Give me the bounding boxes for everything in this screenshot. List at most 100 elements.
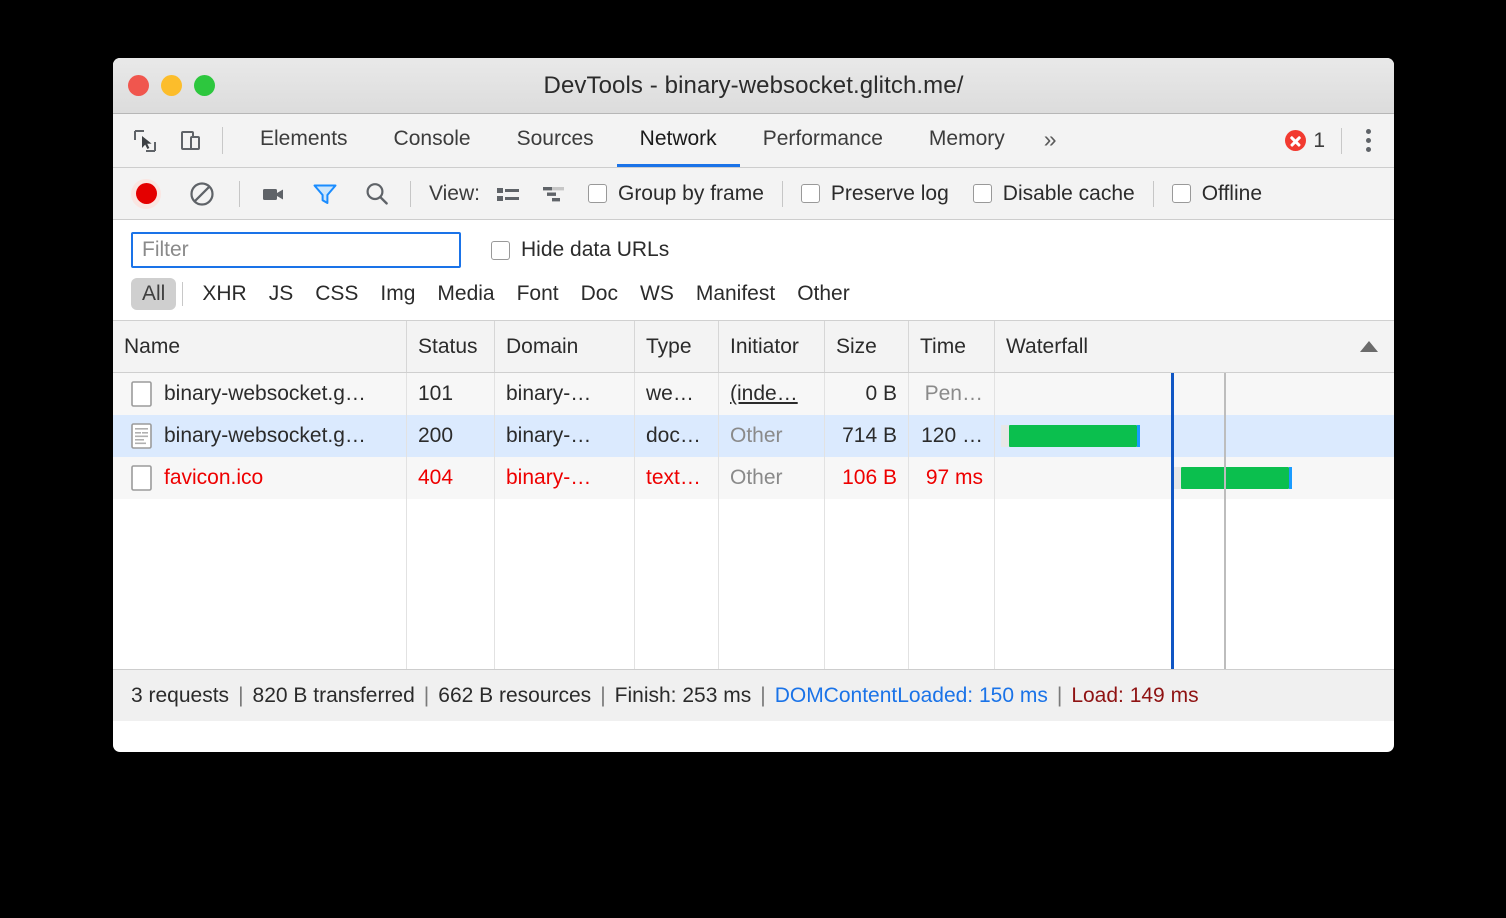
column-header-time[interactable]: Time: [909, 321, 995, 372]
filter-chip-doc[interactable]: Doc: [570, 278, 629, 310]
blank-page-icon: [131, 465, 152, 491]
tab-elements[interactable]: Elements: [237, 114, 371, 167]
cell-name[interactable]: binary-websocket.g…: [113, 373, 407, 415]
column-header-name[interactable]: Name: [113, 321, 407, 372]
resource-type-filters: All XHR JS CSS Img Media Font Doc WS Man…: [113, 268, 1394, 320]
column-header-initiator[interactable]: Initiator: [719, 321, 825, 372]
table-row[interactable]: binary-websocket.g… 200 binary-… doc… Ot…: [113, 415, 1394, 457]
column-header-waterfall[interactable]: Waterfall: [995, 321, 1394, 372]
filter-chip-img[interactable]: Img: [369, 278, 426, 310]
filter-chip-manifest[interactable]: Manifest: [685, 278, 786, 310]
filter-bar: Hide data URLs All XHR JS CSS Img Media …: [113, 220, 1394, 321]
camera-icon[interactable]: [258, 179, 288, 209]
cursor-select-icon[interactable]: [130, 126, 160, 156]
view-label: View:: [429, 182, 480, 206]
hide-data-urls-box[interactable]: [491, 241, 510, 260]
error-count: 1: [1313, 129, 1325, 153]
column-header-status[interactable]: Status: [407, 321, 495, 372]
clear-icon[interactable]: [187, 179, 217, 209]
status-separator: |: [424, 684, 429, 708]
table-row[interactable]: binary-websocket.g… 101 binary-… we… (in…: [113, 373, 1394, 415]
device-toolbar-icon[interactable]: [176, 126, 206, 156]
sort-ascending-arrow-icon: [1360, 341, 1378, 352]
cell-domain: binary-…: [495, 415, 635, 457]
filter-chip-css[interactable]: CSS: [304, 278, 369, 310]
cell-waterfall: [995, 457, 1394, 499]
cell-time: 120 …: [909, 415, 995, 457]
cell-size: 714 B: [825, 415, 909, 457]
filter-chip-all[interactable]: All: [131, 278, 176, 310]
window-title: DevTools - binary-websocket.glitch.me/: [113, 72, 1394, 100]
record-button[interactable]: [131, 179, 161, 209]
devtools-window: DevTools - binary-websocket.glitch.me/ E…: [113, 58, 1394, 752]
devtools-tabbar: Elements Console Sources Network Perform…: [113, 114, 1394, 168]
column-header-type[interactable]: Type: [635, 321, 719, 372]
funnel-icon[interactable]: [310, 179, 340, 209]
cell-name[interactable]: favicon.ico: [113, 457, 407, 499]
traffic-light-buttons: [113, 75, 215, 96]
filter-chip-font[interactable]: Font: [506, 278, 570, 310]
cell-initiator[interactable]: (inde…: [719, 373, 825, 415]
more-tabs-chevron-icon[interactable]: »: [1028, 114, 1073, 167]
tab-console[interactable]: Console: [371, 114, 494, 167]
disable-cache-checkbox[interactable]: Disable cache: [973, 182, 1135, 206]
offline-checkbox[interactable]: Offline: [1172, 182, 1262, 206]
cell-time: 97 ms: [909, 457, 995, 499]
network-toolbar: View: Group by frame Preserve log: [113, 168, 1394, 220]
cell-name-text: favicon.ico: [164, 466, 263, 490]
filter-chip-other[interactable]: Other: [786, 278, 861, 310]
close-window-button[interactable]: [128, 75, 149, 96]
cell-domain: binary-…: [495, 457, 635, 499]
column-header-domain[interactable]: Domain: [495, 321, 635, 372]
cell-name[interactable]: binary-websocket.g…: [113, 415, 407, 457]
cell-type: doc…: [635, 415, 719, 457]
group-by-frame-box[interactable]: [588, 184, 607, 203]
column-header-size[interactable]: Size: [825, 321, 909, 372]
panel-tabs: Elements Console Sources Network Perform…: [237, 114, 1073, 167]
disable-cache-label: Disable cache: [1003, 182, 1135, 206]
filter-chip-js[interactable]: JS: [258, 278, 305, 310]
preserve-log-checkbox[interactable]: Preserve log: [801, 182, 949, 206]
transferred-size: 820 B transferred: [253, 684, 415, 708]
column-header-waterfall-label: Waterfall: [1006, 335, 1088, 359]
cell-size: 0 B: [825, 373, 909, 415]
cell-domain: binary-…: [495, 373, 635, 415]
offline-label: Offline: [1202, 182, 1262, 206]
table-row[interactable]: favicon.ico 404 binary-… text… Other 106…: [113, 457, 1394, 499]
search-icon[interactable]: [362, 179, 392, 209]
disable-cache-box[interactable]: [973, 184, 992, 203]
tab-memory[interactable]: Memory: [906, 114, 1028, 167]
waterfall-bar: [1181, 467, 1289, 489]
status-separator: |: [238, 684, 243, 708]
waterfall-bar: [1009, 425, 1137, 447]
filter-chip-xhr[interactable]: XHR: [191, 278, 257, 310]
waterfall-view-icon[interactable]: [540, 180, 568, 208]
cell-initiator: Other: [719, 457, 825, 499]
minimize-window-button[interactable]: [161, 75, 182, 96]
cell-type: text…: [635, 457, 719, 499]
preserve-log-box[interactable]: [801, 184, 820, 203]
cell-waterfall: [995, 373, 1394, 415]
domcontentloaded-time: DOMContentLoaded: 150 ms: [775, 684, 1048, 708]
tab-performance[interactable]: Performance: [740, 114, 906, 167]
cell-name-text: binary-websocket.g…: [164, 382, 366, 406]
list-view-icon[interactable]: [494, 180, 522, 208]
kebab-menu-icon[interactable]: [1358, 129, 1379, 152]
table-header-row: Name Status Domain Type Initiator Size T…: [113, 321, 1394, 373]
maximize-window-button[interactable]: [194, 75, 215, 96]
tab-network[interactable]: Network: [617, 114, 740, 167]
document-page-icon: [131, 423, 152, 449]
status-separator: |: [600, 684, 605, 708]
filter-chip-ws[interactable]: WS: [629, 278, 685, 310]
status-separator: |: [1057, 684, 1062, 708]
error-count-badge[interactable]: 1: [1285, 129, 1325, 153]
group-by-frame-checkbox[interactable]: Group by frame: [588, 182, 764, 206]
window-titlebar: DevTools - binary-websocket.glitch.me/: [113, 58, 1394, 114]
hide-data-urls-checkbox[interactable]: Hide data URLs: [491, 238, 669, 262]
filter-chip-media[interactable]: Media: [426, 278, 505, 310]
offline-box[interactable]: [1172, 184, 1191, 203]
tab-sources[interactable]: Sources: [494, 114, 617, 167]
cell-size: 106 B: [825, 457, 909, 499]
cell-status: 200: [407, 415, 495, 457]
filter-input[interactable]: [131, 232, 461, 268]
